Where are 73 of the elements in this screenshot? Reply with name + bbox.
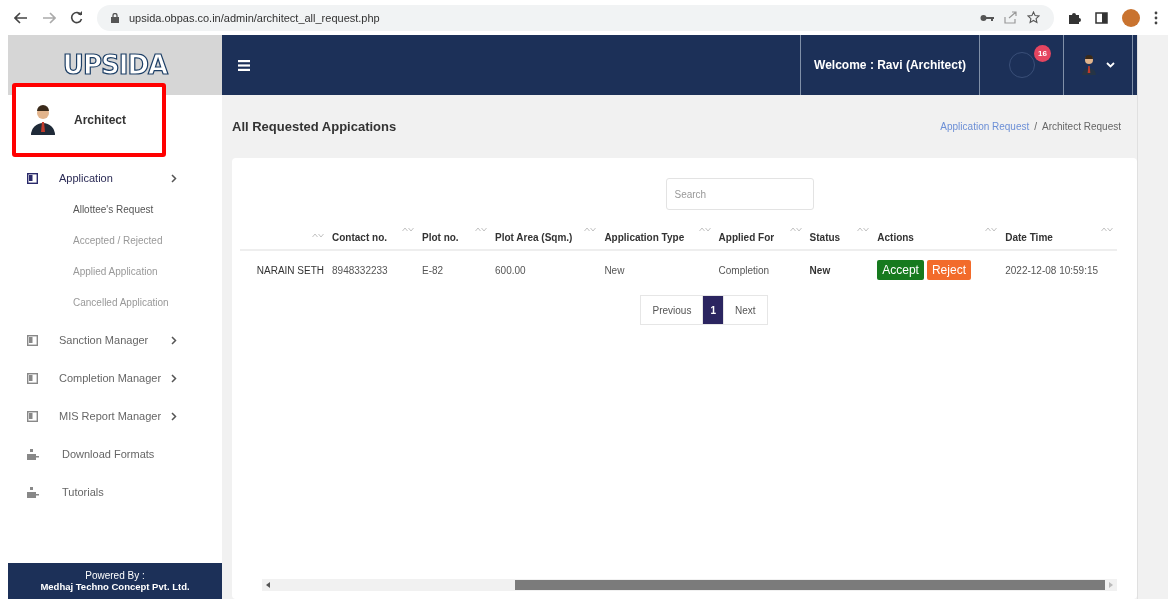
menu-icon[interactable] <box>238 59 250 71</box>
chevron-right-icon <box>171 335 177 345</box>
accept-button[interactable]: Accept <box>877 260 924 280</box>
profile-avatar[interactable] <box>1122 8 1140 27</box>
scroll-right-icon[interactable] <box>1109 582 1113 588</box>
back-icon[interactable] <box>14 11 28 24</box>
column-header[interactable]: Applied For <box>718 232 775 243</box>
column-header[interactable]: Date Time <box>1005 232 1053 243</box>
horizontal-scrollbar[interactable] <box>262 579 1117 591</box>
table-cell: 8948332233 <box>332 264 388 276</box>
sort-icon[interactable] <box>312 232 325 238</box>
board-icon <box>27 334 38 346</box>
chevron-right-icon <box>171 173 177 183</box>
table-cell: New <box>809 264 831 276</box>
search-field[interactable]: Search <box>665 178 814 210</box>
sort-icon[interactable] <box>985 227 998 232</box>
page-title: All Requested Appications <box>232 119 397 134</box>
chevron-right-icon <box>171 373 177 383</box>
key-icon[interactable] <box>980 13 994 22</box>
breadcrumb-current: Architect Request <box>1042 121 1121 132</box>
column-header[interactable]: Actions <box>877 232 914 243</box>
star-icon[interactable] <box>1027 11 1040 24</box>
pagination-button[interactable]: Next <box>722 295 768 325</box>
chevron-right-icon <box>171 411 177 421</box>
user-avatar-icon[interactable] <box>1081 55 1096 75</box>
lock-icon <box>111 12 119 23</box>
sidebar-item[interactable]: Tutorials <box>8 473 222 511</box>
footer-company: Medhaj Techno Concept Pvt. Ltd. <box>40 581 190 592</box>
column-header[interactable]: Contact no. <box>332 232 388 243</box>
forward-icon[interactable] <box>42 11 56 24</box>
share-icon[interactable] <box>1004 11 1017 24</box>
table-cell: New <box>604 264 625 276</box>
sort-icon[interactable] <box>789 227 802 232</box>
pagination-button[interactable]: Previous <box>640 295 704 325</box>
user-panel: Architect <box>12 83 166 157</box>
pagination-button[interactable]: 1 <box>702 295 724 325</box>
table-cell: 2022-12-08 10:59:15 <box>1005 264 1099 276</box>
scroll-left-icon[interactable] <box>266 582 270 588</box>
side-panel-icon[interactable] <box>1095 11 1108 24</box>
sort-icon[interactable] <box>857 227 870 232</box>
notification-badge: 16 <box>1034 45 1051 62</box>
table-cell: NARAIN SETH <box>256 264 325 276</box>
board-icon <box>27 410 38 422</box>
board-icon <box>27 172 38 184</box>
sort-icon[interactable] <box>698 227 711 232</box>
sidebar-item[interactable]: MIS Report Manager <box>8 397 222 435</box>
more-icon[interactable] <box>1154 10 1158 25</box>
address-bar[interactable]: upsida.obpas.co.in/admin/architect_all_request.php <box>97 4 1054 31</box>
column-header[interactable]: Plot Area (Sqm.) <box>495 232 573 243</box>
sidebar-item[interactable]: Completion Manager <box>8 359 222 397</box>
breadcrumb-separator: / <box>1034 121 1038 132</box>
sitemap-icon <box>27 448 39 460</box>
board-icon <box>27 372 38 384</box>
column-header[interactable]: Plot no. <box>422 232 459 243</box>
puzzle-icon[interactable] <box>1068 11 1081 24</box>
table-cell: Completion <box>718 264 770 276</box>
sort-icon[interactable] <box>584 227 597 232</box>
vertical-scrollbar[interactable] <box>1137 35 1168 599</box>
sitemap-icon <box>27 486 39 498</box>
user-avatar-icon <box>30 105 56 135</box>
table-cell: 600.00 <box>495 264 526 276</box>
scrollbar-thumb[interactable] <box>515 580 1105 590</box>
chevron-down-icon[interactable] <box>1105 62 1115 68</box>
footer-text: Powered By : <box>85 570 145 581</box>
sort-icon[interactable] <box>1101 227 1113 232</box>
sort-icon[interactable] <box>475 227 488 232</box>
reload-icon[interactable] <box>70 11 83 24</box>
column-header[interactable]: Status <box>809 232 841 243</box>
sidebar-item[interactable]: Sanction Manager <box>8 321 222 359</box>
sort-icon[interactable] <box>402 227 414 232</box>
table-cell: E-82 <box>422 264 444 276</box>
column-header[interactable]: Application Type <box>604 232 685 243</box>
sidebar-item[interactable]: Download Formats <box>8 435 222 473</box>
